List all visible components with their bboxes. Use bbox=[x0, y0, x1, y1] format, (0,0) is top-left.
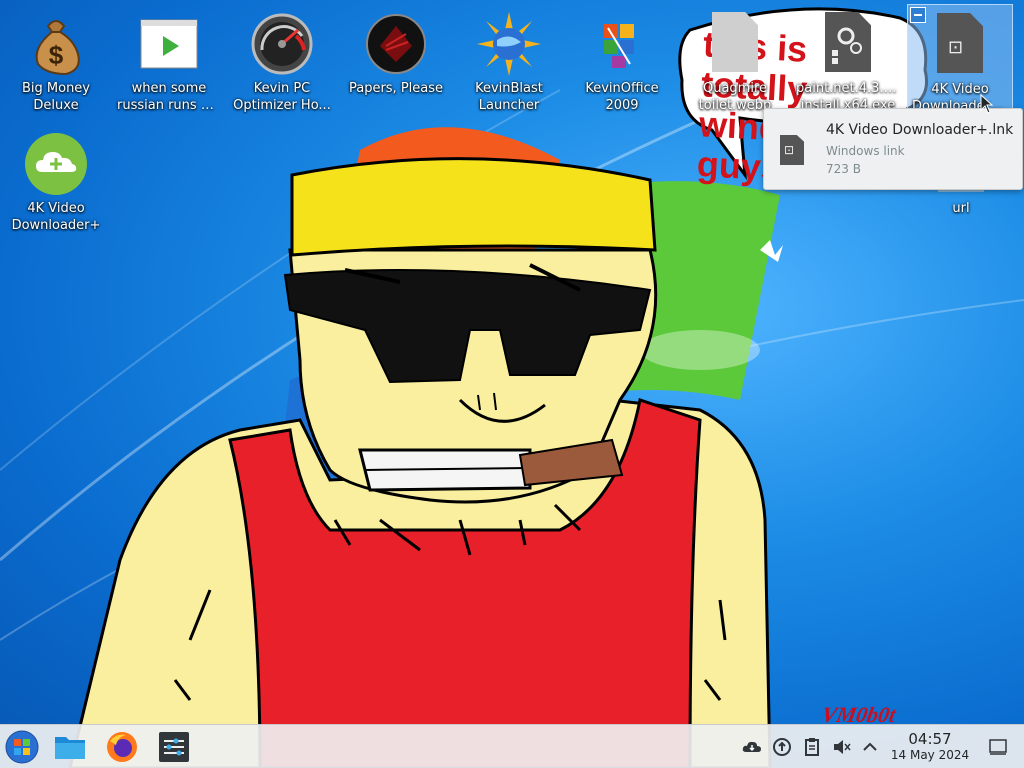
desktop-icon-papers-please[interactable]: Papers, Please bbox=[340, 4, 452, 97]
start-menu-icon bbox=[5, 730, 39, 764]
cloud-sync-tray-icon[interactable] bbox=[742, 737, 762, 757]
desktop-icon-label: Launcher bbox=[478, 98, 540, 113]
desktop-icon-4k-video-downloader-lnk[interactable]: ⊡ 4K Video Downloader+... bbox=[907, 4, 1013, 116]
desktop-icon-kevin-pc-optimizer[interactable]: Kevin PC Optimizer Ho... bbox=[226, 4, 338, 114]
desktop-icon-4k-video-downloader[interactable]: 4K Video Downloader+ bbox=[0, 124, 112, 234]
desktop-icon-label: Deluxe bbox=[33, 98, 79, 113]
office-logo-icon bbox=[590, 12, 654, 76]
desktop-icon-kevinoffice-2009[interactable]: KevinOffice 2009 bbox=[566, 4, 678, 114]
desktop-icon-label: Optimizer Ho... bbox=[233, 98, 331, 113]
link-file-icon bbox=[780, 135, 804, 165]
desktop-icon-label: url bbox=[952, 201, 970, 216]
video-play-icon bbox=[137, 12, 201, 76]
update-tray-icon[interactable] bbox=[772, 737, 792, 757]
tray-expand-chevron-icon[interactable] bbox=[860, 737, 880, 757]
file-manager-button[interactable] bbox=[52, 729, 88, 765]
mouse-cursor-icon bbox=[980, 94, 994, 114]
desktop-icon-label: KevinOffice bbox=[585, 81, 659, 96]
taskbar: 04:57 14 May 2024 bbox=[0, 724, 1024, 768]
desktop-icon-quagmire-toilet[interactable]: Quagmire toilet.webp bbox=[679, 4, 791, 114]
desktop-icon-label: KevinBlast bbox=[475, 81, 543, 96]
desktop-icon-label: when some bbox=[131, 81, 207, 96]
desktop-icon-label: paint.net.4.3.12. bbox=[796, 81, 904, 96]
desktop-icon-label: 4K Video bbox=[931, 82, 989, 97]
file-manager-icon bbox=[55, 737, 85, 759]
desktop-icon-kevinblast-launcher[interactable]: KevinBlast Launcher bbox=[453, 4, 565, 114]
speedometer-icon bbox=[250, 12, 314, 76]
desktop-icon-paint-net-installer[interactable]: paint.net.4.3.12. install.x64.exe bbox=[792, 4, 904, 114]
show-desktop-icon bbox=[989, 739, 1007, 755]
money-bag-icon: $ bbox=[24, 12, 88, 76]
tooltip-title: 4K Video Downloader+.lnk bbox=[826, 122, 1014, 138]
image-file-icon bbox=[703, 12, 767, 76]
link-file-icon: ⊡ bbox=[928, 13, 992, 77]
installer-file-icon bbox=[816, 12, 880, 76]
settings-mixer-icon bbox=[159, 732, 189, 762]
svg-text:$: $ bbox=[49, 40, 64, 70]
cloud-download-icon bbox=[24, 132, 88, 196]
desktop-icon-big-money-deluxe[interactable]: $ Big Money Deluxe bbox=[0, 4, 112, 114]
volume-muted-tray-icon[interactable] bbox=[832, 737, 852, 757]
tooltip-size: 723 B bbox=[826, 162, 861, 176]
clock-date[interactable]: 14 May 2024 bbox=[885, 748, 975, 762]
papers-please-icon bbox=[364, 12, 428, 76]
selection-toggle-icon[interactable] bbox=[910, 7, 926, 23]
sun-globe-icon bbox=[477, 12, 541, 76]
show-desktop-button[interactable] bbox=[988, 737, 1008, 757]
clipboard-tray-icon[interactable] bbox=[802, 737, 822, 757]
clock-time[interactable]: 04:57 bbox=[890, 730, 970, 748]
file-tooltip: 4K Video Downloader+.lnk Windows link 72… bbox=[763, 108, 1023, 190]
firefox-icon bbox=[107, 732, 137, 762]
tooltip-type: Windows link bbox=[826, 144, 905, 158]
desktop-icon-label: russian runs a... bbox=[117, 98, 222, 113]
desktop-icon-label: Kevin PC bbox=[253, 81, 311, 96]
desktop-icon-label: 4K Video bbox=[27, 201, 85, 216]
desktop-icon-label: Papers, Please bbox=[348, 81, 444, 96]
desktop-icon-label: Quagmire bbox=[702, 81, 768, 96]
desktop-icon-label: Downloader+ bbox=[11, 218, 101, 233]
firefox-button[interactable] bbox=[104, 729, 140, 765]
start-menu-button[interactable] bbox=[4, 729, 40, 765]
desktop-icon-label: Big Money bbox=[21, 81, 90, 96]
desktop-icon-russian-video[interactable]: when some russian runs a... bbox=[113, 4, 225, 114]
settings-mixer-button[interactable] bbox=[156, 729, 192, 765]
desktop-icon-label: 2009 bbox=[605, 98, 639, 113]
